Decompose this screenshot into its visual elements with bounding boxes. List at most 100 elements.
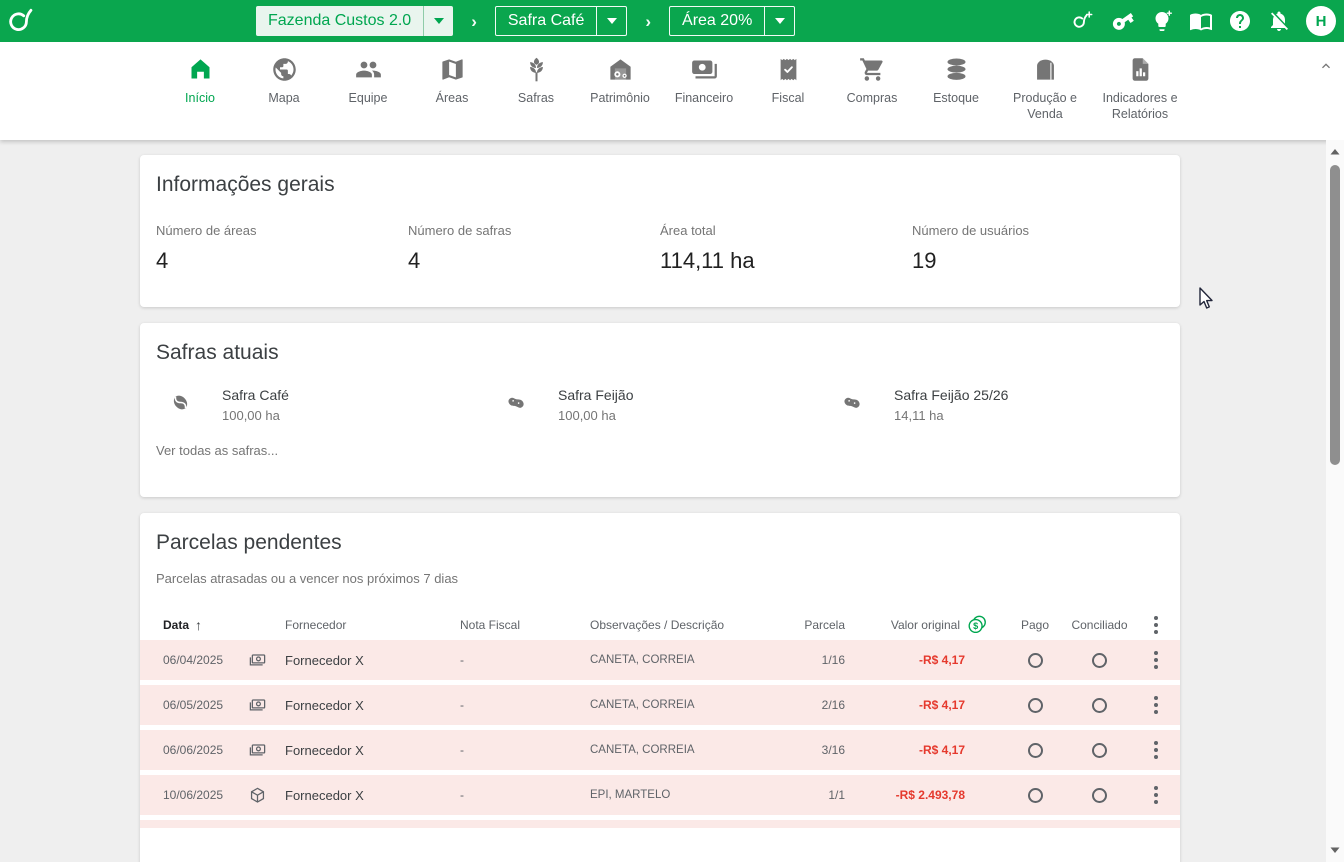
card-title: Informações gerais: [140, 155, 1180, 197]
stat-usuarios: Número de usuários 19: [912, 223, 1164, 274]
nav-item-inicio[interactable]: Início: [158, 56, 242, 123]
kebab-menu-icon: [1150, 612, 1162, 638]
harvest-item[interactable]: Safra Feijão 25/26 14,11 ha: [828, 387, 1164, 423]
reconciled-checkbox[interactable]: [1092, 653, 1107, 668]
scroll-down-icon[interactable]: [1329, 844, 1341, 856]
column-header-descricao[interactable]: Observações / Descrição: [590, 618, 800, 632]
wheat-icon: [523, 56, 550, 83]
farm-selector[interactable]: Fazenda Custos 2.0: [256, 6, 453, 36]
user-avatar[interactable]: H: [1306, 6, 1336, 36]
people-icon: [355, 56, 382, 83]
column-header-fornecedor[interactable]: Fornecedor: [285, 618, 460, 632]
nav-item-equipe[interactable]: Equipe: [326, 56, 410, 123]
paid-checkbox[interactable]: [1028, 788, 1043, 803]
chevron-down-icon[interactable]: [423, 6, 453, 36]
area-selector[interactable]: Área 20%: [669, 6, 795, 36]
cart-icon: [859, 56, 886, 83]
nav-item-estoque[interactable]: Estoque: [914, 56, 998, 123]
breadcrumb-separator-icon: ›: [645, 13, 651, 30]
breadcrumb-separator-icon: ›: [471, 13, 477, 30]
home-icon: [187, 56, 214, 83]
globe-icon: [271, 56, 298, 83]
add-farm-icon[interactable]: [1072, 9, 1096, 33]
money-icon: [691, 56, 718, 83]
area-selector-label: Área 20%: [670, 12, 764, 30]
svg-text:$: $: [973, 621, 978, 631]
nav-item-areas[interactable]: Áreas: [410, 56, 494, 123]
column-header-pago[interactable]: Pago: [1002, 618, 1068, 632]
paid-checkbox[interactable]: [1028, 653, 1043, 668]
nav-item-fiscal[interactable]: Fiscal: [746, 56, 830, 123]
banknote-icon: [230, 741, 285, 760]
table-header-menu[interactable]: [1131, 612, 1180, 638]
column-header-nota-fiscal[interactable]: Nota Fiscal: [460, 618, 590, 632]
card-title: Safras atuais: [140, 323, 1180, 365]
map-icon: [439, 56, 466, 83]
banknote-icon: [230, 651, 285, 670]
kebab-menu-icon[interactable]: [1150, 647, 1162, 673]
harvest-selector-label: Safra Café: [496, 12, 596, 30]
receipt-icon: [775, 56, 802, 83]
app-bar-actions: H: [1072, 0, 1336, 42]
context-breadcrumb: Fazenda Custos 2.0 › Safra Café › Área 2…: [256, 6, 795, 36]
column-header-conciliado[interactable]: Conciliado: [1068, 618, 1131, 632]
help-icon[interactable]: [1228, 9, 1252, 33]
column-header-data[interactable]: Data ↑: [140, 617, 230, 633]
barn-icon: [607, 56, 634, 83]
kebab-menu-icon[interactable]: [1150, 737, 1162, 763]
paid-checkbox[interactable]: [1028, 743, 1043, 758]
stat-areas: Número de áreas 4: [156, 223, 408, 274]
nav-item-patrimonio[interactable]: Patrimônio: [578, 56, 662, 123]
banknote-icon: [230, 696, 285, 715]
scroll-up-icon[interactable]: [1329, 146, 1341, 158]
nav-item-producao-venda[interactable]: Produção e Venda: [998, 56, 1092, 123]
chevron-down-icon[interactable]: [764, 7, 794, 35]
reconciled-checkbox[interactable]: [1092, 698, 1107, 713]
book-icon[interactable]: [1189, 9, 1213, 33]
scrollbar-thumb[interactable]: [1330, 165, 1340, 465]
key-icon[interactable]: [1111, 9, 1135, 33]
mouse-cursor: [1198, 287, 1218, 311]
notifications-off-icon[interactable]: [1267, 9, 1291, 33]
app-bar: Fazenda Custos 2.0 › Safra Café › Área 2…: [0, 0, 1344, 42]
nav-item-financeiro[interactable]: Financeiro: [662, 56, 746, 123]
nav-item-safras[interactable]: Safras: [494, 56, 578, 123]
harvest-selector[interactable]: Safra Café: [495, 6, 627, 36]
paid-checkbox[interactable]: [1028, 698, 1043, 713]
reconciled-checkbox[interactable]: [1092, 743, 1107, 758]
coffee-bean-icon: [168, 390, 193, 415]
see-all-harvests-link[interactable]: Ver todas as safras...: [140, 423, 1180, 458]
chevron-down-icon[interactable]: [596, 7, 626, 35]
table-row[interactable]: 06/04/2025 Fornecedor X - CANETA, CORREI…: [140, 640, 1180, 680]
nav-item-indicadores-relatorios[interactable]: Indicadores e Relatórios: [1092, 56, 1188, 123]
app-window: Fazenda Custos 2.0 › Safra Café › Área 2…: [0, 0, 1344, 862]
bean-icon: [504, 390, 529, 415]
reconciled-checkbox[interactable]: [1092, 788, 1107, 803]
card-subtitle: Parcelas atrasadas ou a vencer nos próxi…: [140, 555, 1180, 586]
aegro-logo-icon[interactable]: [8, 6, 40, 36]
table-row[interactable]: 06/05/2025 Fornecedor X - CANETA, CORREI…: [140, 685, 1180, 725]
nav-item-compras[interactable]: Compras: [830, 56, 914, 123]
report-icon: [1127, 56, 1154, 83]
column-header-valor-original[interactable]: Valor original $: [845, 614, 1002, 636]
table-row[interactable]: 06/06/2025 Fornecedor X - CANETA, CORREI…: [140, 730, 1180, 770]
general-info-card: Informações gerais Número de áreas 4 Núm…: [140, 155, 1180, 307]
collapse-nav-icon[interactable]: [1318, 58, 1334, 74]
harvest-item[interactable]: Safra Café 100,00 ha: [156, 387, 492, 423]
column-header-parcela[interactable]: Parcela: [800, 618, 845, 632]
table-header: Data ↑ Fornecedor Nota Fiscal Observaçõe…: [140, 610, 1180, 640]
main-navigation: Início Mapa Equipe Áreas Safras Patrimôn…: [0, 42, 1344, 140]
harvest-list: Safra Café 100,00 ha Safra Feijão 100,00…: [140, 365, 1180, 423]
table-row[interactable]: 10/06/2025 Fornecedor X - EPI, MARTELO 1…: [140, 775, 1180, 815]
kebab-menu-icon[interactable]: [1150, 782, 1162, 808]
vertical-scrollbar[interactable]: [1326, 140, 1344, 862]
kebab-menu-icon[interactable]: [1150, 692, 1162, 718]
table-row-partial[interactable]: [140, 820, 1180, 828]
nav-item-mapa[interactable]: Mapa: [242, 56, 326, 123]
silo-icon: [1032, 56, 1059, 83]
lightbulb-new-icon[interactable]: [1150, 9, 1174, 33]
stat-safras: Número de safras 4: [408, 223, 660, 274]
harvest-item[interactable]: Safra Feijão 100,00 ha: [492, 387, 828, 423]
coin-icon: $: [966, 614, 988, 636]
current-harvests-card: Safras atuais Safra Café 100,00 ha Safra…: [140, 323, 1180, 497]
